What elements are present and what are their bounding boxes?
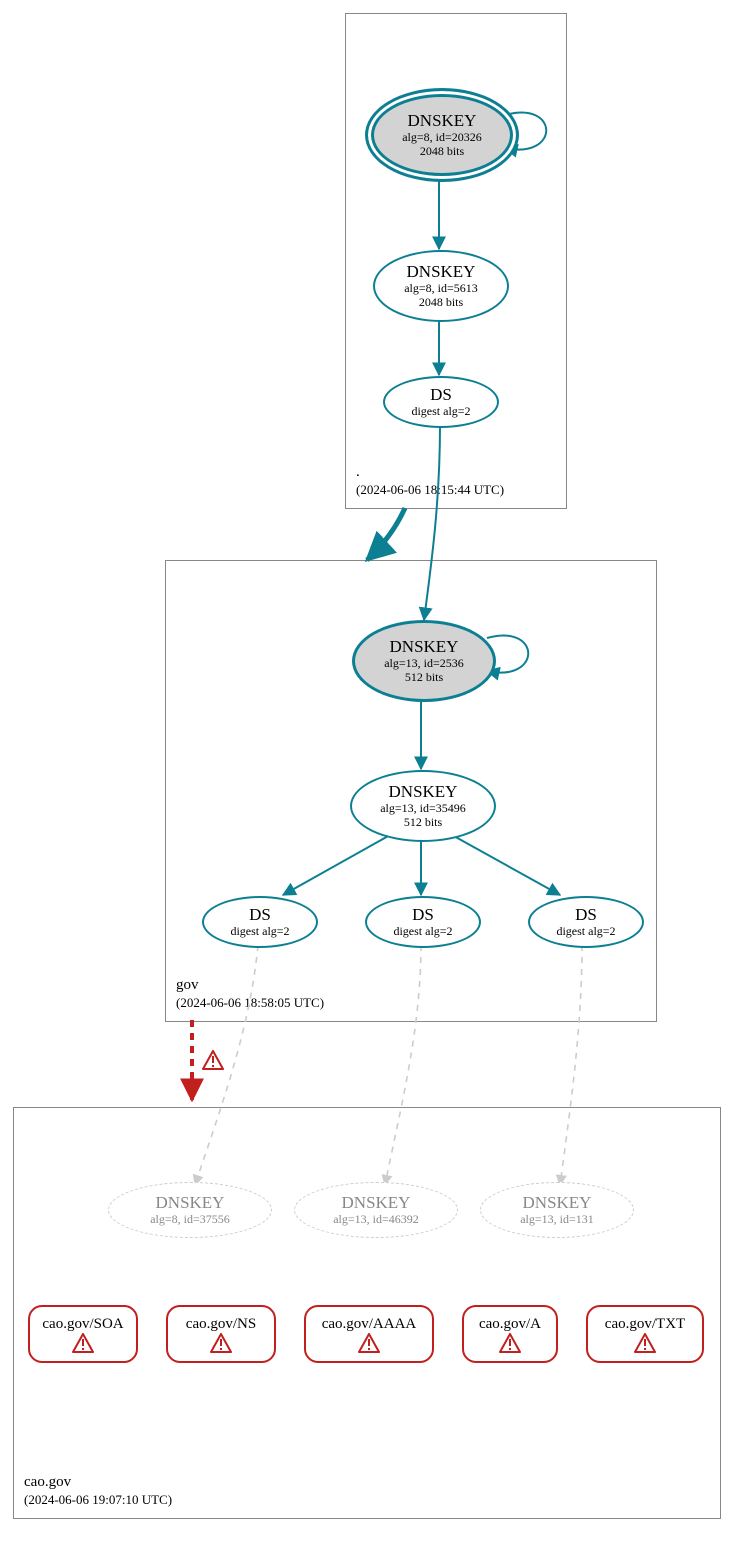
- node-gov-ds2-title: DS: [412, 905, 434, 925]
- warning-icon: [634, 1333, 656, 1353]
- node-gov-zsk-line1: alg=13, id=35496: [380, 802, 466, 816]
- node-gov-ds3-title: DS: [575, 905, 597, 925]
- node-cao-key2: DNSKEY alg=13, id=46392: [294, 1182, 458, 1238]
- node-root-ksk-title: DNSKEY: [408, 111, 477, 131]
- node-root-ksk-line1: alg=8, id=20326: [402, 131, 482, 145]
- node-root-zsk-title: DNSKEY: [407, 262, 476, 282]
- node-cao-key2-line1: alg=13, id=46392: [333, 1213, 419, 1227]
- node-gov-ds3-line1: digest alg=2: [556, 925, 615, 939]
- node-rr-aaaa-title: cao.gov/AAAA: [322, 1316, 417, 1333]
- node-gov-ds1-title: DS: [249, 905, 271, 925]
- node-root-ksk-line2: 2048 bits: [420, 145, 464, 159]
- node-rr-txt: cao.gov/TXT: [586, 1305, 704, 1363]
- node-cao-key1: DNSKEY alg=8, id=37556: [108, 1182, 272, 1238]
- zone-root-name: .: [356, 464, 360, 480]
- zone-gov-label: gov (2024-06-06 18:58:05 UTC): [176, 976, 324, 1014]
- node-root-zsk-line1: alg=8, id=5613: [404, 282, 478, 296]
- node-rr-aaaa: cao.gov/AAAA: [304, 1305, 434, 1363]
- node-rr-a-title: cao.gov/A: [479, 1316, 541, 1333]
- node-rr-soa-title: cao.gov/SOA: [42, 1316, 123, 1333]
- zone-gov-name: gov: [176, 977, 199, 993]
- node-gov-ds2: DS digest alg=2: [365, 896, 481, 948]
- edge-root-to-gov: [367, 508, 405, 560]
- node-gov-ksk: DNSKEY alg=13, id=2536 512 bits: [352, 620, 496, 702]
- node-rr-soa: cao.gov/SOA: [28, 1305, 138, 1363]
- warning-icon: [358, 1333, 380, 1353]
- warning-icon: [499, 1333, 521, 1353]
- node-gov-zsk-line2: 512 bits: [404, 816, 442, 830]
- node-gov-ds1-line1: digest alg=2: [230, 925, 289, 939]
- node-gov-ksk-line1: alg=13, id=2536: [384, 657, 464, 671]
- node-cao-key3: DNSKEY alg=13, id=131: [480, 1182, 634, 1238]
- node-root-ds: DS digest alg=2: [383, 376, 499, 428]
- zone-cao-name: cao.gov: [24, 1474, 71, 1490]
- node-gov-zsk-title: DNSKEY: [389, 782, 458, 802]
- zone-cao-timestamp: (2024-06-06 19:07:10 UTC): [24, 1492, 172, 1507]
- node-cao-key1-title: DNSKEY: [156, 1193, 225, 1213]
- warning-icon: [72, 1333, 94, 1353]
- node-cao-key3-line1: alg=13, id=131: [520, 1213, 594, 1227]
- node-root-ds-title: DS: [430, 385, 452, 405]
- zone-gov-timestamp: (2024-06-06 18:58:05 UTC): [176, 995, 324, 1010]
- zone-cao-label: cao.gov (2024-06-06 19:07:10 UTC): [24, 1473, 172, 1511]
- warning-icon: [202, 1050, 224, 1070]
- node-rr-ns-title: cao.gov/NS: [186, 1316, 256, 1333]
- node-root-ds-line1: digest alg=2: [411, 405, 470, 419]
- node-gov-ksk-title: DNSKEY: [390, 637, 459, 657]
- node-root-ksk: DNSKEY alg=8, id=20326 2048 bits: [365, 88, 519, 182]
- node-gov-zsk: DNSKEY alg=13, id=35496 512 bits: [350, 770, 496, 842]
- node-root-zsk-line2: 2048 bits: [419, 296, 463, 310]
- node-cao-key3-title: DNSKEY: [523, 1193, 592, 1213]
- node-rr-txt-title: cao.gov/TXT: [605, 1316, 685, 1333]
- node-rr-a: cao.gov/A: [462, 1305, 558, 1363]
- zone-root-timestamp: (2024-06-06 18:15:44 UTC): [356, 482, 504, 497]
- node-gov-ds3: DS digest alg=2: [528, 896, 644, 948]
- warning-icon: [210, 1333, 232, 1353]
- node-gov-ds1: DS digest alg=2: [202, 896, 318, 948]
- node-root-zsk: DNSKEY alg=8, id=5613 2048 bits: [373, 250, 509, 322]
- node-gov-ds2-line1: digest alg=2: [393, 925, 452, 939]
- node-cao-key1-line1: alg=8, id=37556: [150, 1213, 230, 1227]
- node-gov-ksk-line2: 512 bits: [405, 671, 443, 685]
- node-cao-key2-title: DNSKEY: [342, 1193, 411, 1213]
- zone-root-label: . (2024-06-06 18:15:44 UTC): [356, 463, 504, 501]
- node-rr-ns: cao.gov/NS: [166, 1305, 276, 1363]
